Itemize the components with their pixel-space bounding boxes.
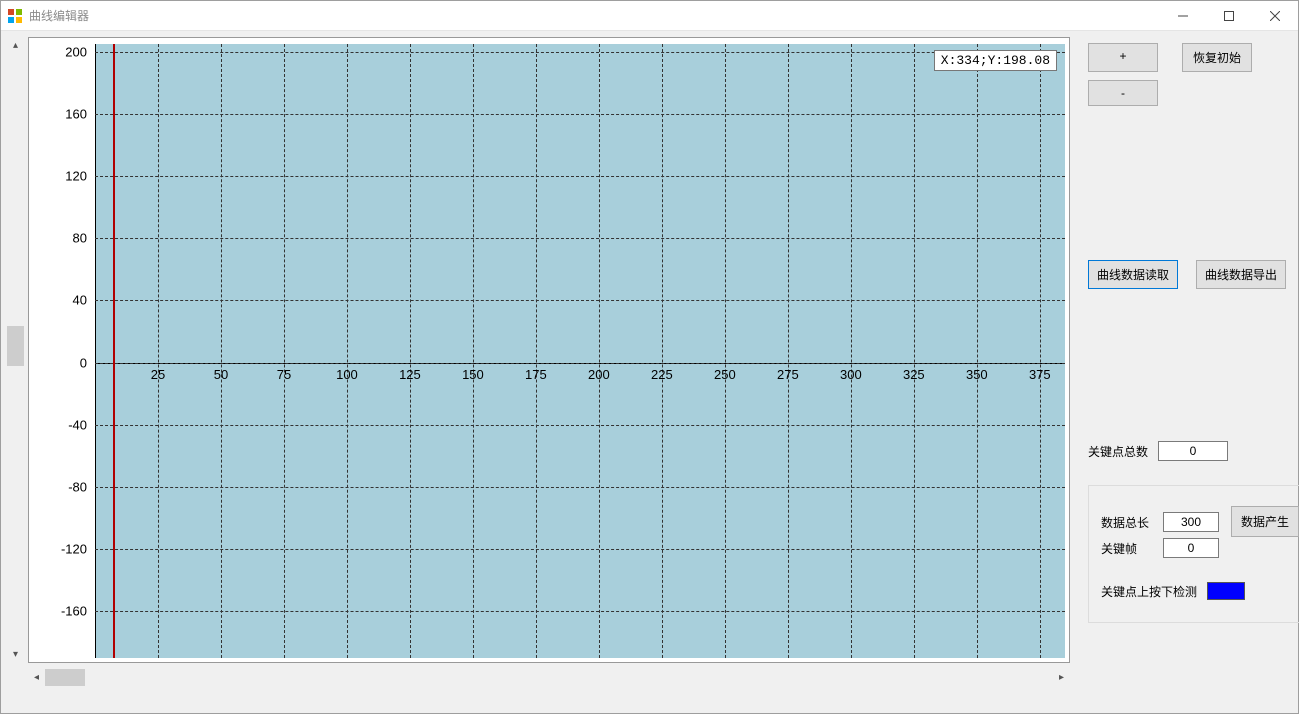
data-length-input[interactable] <box>1163 512 1219 532</box>
x-tick-label: 325 <box>903 367 925 382</box>
app-window: 曲线编辑器 ▴ ▾ 2550751001 <box>0 0 1299 714</box>
window-title: 曲线编辑器 <box>29 7 1160 24</box>
cursor-line[interactable] <box>113 44 115 658</box>
app-icon <box>7 8 23 24</box>
horizontal-scrollbar[interactable]: ◂ ▸ <box>28 669 1070 686</box>
load-curve-button[interactable]: 曲线数据读取 <box>1088 260 1178 289</box>
right-panel: + 恢复初始 - 曲线数据读取 曲线数据导出 关键点总数 0 <box>1070 37 1299 705</box>
y-tick-label: 0 <box>80 355 87 370</box>
vscroll-thumb[interactable] <box>7 326 24 366</box>
reset-button[interactable]: 恢复初始 <box>1182 43 1252 72</box>
close-button[interactable] <box>1252 1 1298 30</box>
key-frame-label: 关键帧 <box>1101 540 1153 557</box>
generate-group: 数据总长 关键帧 数据产生 关键点上按下检测 <box>1088 485 1299 623</box>
x-tick-label: 75 <box>277 367 291 382</box>
x-tick-label: 125 <box>399 367 421 382</box>
chart-canvas[interactable]: 25 50 75 100 125 150 175 200 225 250 275 300 325 350 3… <box>28 37 1070 663</box>
export-curve-button[interactable]: 曲线数据导出 <box>1196 260 1286 289</box>
plot-area[interactable]: 25 50 75 100 125 150 175 200 225 250 275 300 325 350 3… <box>95 44 1065 658</box>
x-tick-label: 100 <box>336 367 358 382</box>
client-area: ▴ ▾ 25 50 75 100 125 150 175 200 225 250 275 300 325… <box>1 31 1298 713</box>
scroll-right-icon[interactable]: ▸ <box>1053 669 1070 686</box>
key-count-label: 关键点总数 <box>1088 443 1148 460</box>
x-tick-label: 375 <box>1029 367 1051 382</box>
y-tick-label: 40 <box>73 293 87 308</box>
key-count-value: 0 <box>1158 441 1228 461</box>
scroll-left-icon[interactable]: ◂ <box>28 669 45 686</box>
x-tick-label: 150 <box>462 367 484 382</box>
x-tick-label: 225 <box>651 367 673 382</box>
x-tick-label: 25 <box>151 367 165 382</box>
y-tick-label: -40 <box>68 417 87 432</box>
y-tick-label: -120 <box>61 542 87 557</box>
hscroll-track[interactable] <box>45 669 1053 686</box>
zoom-in-button[interactable]: + <box>1088 43 1158 72</box>
coord-readout: X:334;Y:198.08 <box>934 50 1057 71</box>
hscroll-thumb[interactable] <box>45 669 85 686</box>
x-tick-label: 350 <box>966 367 988 382</box>
plot-row: ▴ ▾ 25 50 75 100 125 150 175 200 225 250 275 300 325… <box>7 37 1070 663</box>
x-tick-label: 50 <box>214 367 228 382</box>
x-tick-label: 175 <box>525 367 547 382</box>
window-buttons <box>1160 1 1298 30</box>
minimize-button[interactable] <box>1160 1 1206 30</box>
scroll-down-icon[interactable]: ▾ <box>7 646 24 663</box>
y-tick-label: -80 <box>68 480 87 495</box>
x-tick-label: 200 <box>588 367 610 382</box>
scroll-up-icon[interactable]: ▴ <box>7 37 24 54</box>
data-length-label: 数据总长 <box>1101 514 1153 531</box>
y-tick-label: 80 <box>73 231 87 246</box>
zoom-out-button[interactable]: - <box>1088 80 1158 106</box>
y-tick-label: 160 <box>65 106 87 121</box>
vscroll-track[interactable] <box>7 54 24 646</box>
y-tick-label: 120 <box>65 169 87 184</box>
vertical-scrollbar[interactable]: ▴ ▾ <box>7 37 24 663</box>
x-tick-label: 275 <box>777 367 799 382</box>
left-column: ▴ ▾ 25 50 75 100 125 150 175 200 225 250 275 300 325… <box>7 37 1070 705</box>
detect-color-swatch[interactable] <box>1207 582 1245 600</box>
titlebar: 曲线编辑器 <box>1 1 1298 31</box>
generate-button[interactable]: 数据产生 <box>1231 506 1299 537</box>
key-press-detect-label: 关键点上按下检测 <box>1101 583 1197 600</box>
maximize-button[interactable] <box>1206 1 1252 30</box>
x-tick-label: 250 <box>714 367 736 382</box>
y-tick-label: 200 <box>65 44 87 59</box>
key-frame-input[interactable] <box>1163 538 1219 558</box>
y-tick-label: -160 <box>61 604 87 619</box>
x-tick-label: 300 <box>840 367 862 382</box>
